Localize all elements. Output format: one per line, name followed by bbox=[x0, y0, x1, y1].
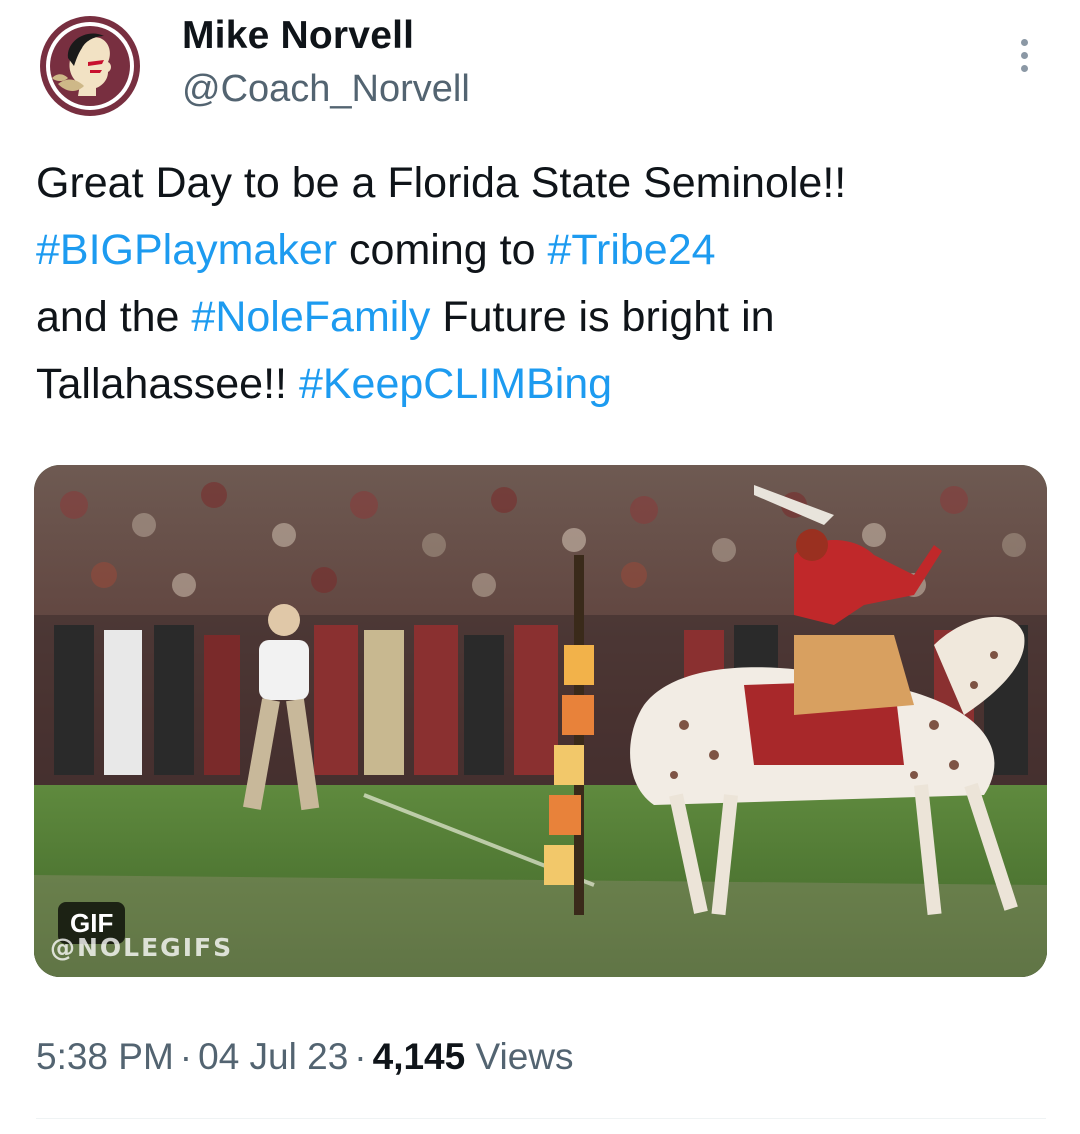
tweet-text-segment: Tallahassee!! bbox=[36, 360, 299, 408]
views-label[interactable]: Views bbox=[476, 1036, 574, 1077]
hashtag-link[interactable]: #NoleFamily bbox=[191, 293, 430, 341]
hashtag-link[interactable]: #BIGPlaymaker bbox=[36, 226, 337, 274]
gif-watermark: @NOLEGIFS bbox=[50, 933, 234, 962]
divider bbox=[36, 1118, 1046, 1119]
views-count[interactable]: 4,145 bbox=[373, 1036, 466, 1077]
tweet-line: and the #NoleFamily Future is bright in bbox=[36, 284, 1046, 351]
stadium-scene-image bbox=[34, 465, 1047, 977]
tweet-line: Tallahassee!! #KeepCLIMBing bbox=[36, 351, 1046, 418]
seminole-logo-icon bbox=[40, 16, 140, 116]
tweet-text-segment: and the bbox=[36, 293, 192, 341]
hashtag-link[interactable]: #KeepCLIMBing bbox=[299, 360, 612, 408]
meta-separator: · bbox=[354, 1036, 367, 1077]
hashtag-link[interactable]: #Tribe24 bbox=[547, 226, 715, 274]
more-options-icon[interactable] bbox=[1004, 30, 1044, 80]
tweet-date[interactable]: 04 Jul 23 bbox=[198, 1036, 348, 1077]
author-handle[interactable]: @Coach_Norvell bbox=[182, 68, 470, 111]
tweet-text: Great Day to be a Florida State Seminole… bbox=[36, 150, 1046, 418]
author-avatar[interactable] bbox=[38, 14, 142, 118]
tweet-time[interactable]: 5:38 PM bbox=[36, 1036, 174, 1077]
tweet-text-segment: coming to bbox=[337, 226, 548, 274]
tweet-media-gif[interactable] bbox=[34, 465, 1047, 977]
tweet-line: Great Day to be a Florida State Seminole… bbox=[36, 150, 1046, 217]
tweet-text-segment: Future is bright in bbox=[430, 293, 775, 341]
tweet-meta: 5:38 PM · 04 Jul 23 · 4,145 Views bbox=[36, 1036, 574, 1078]
tweet-text-segment: Great Day to be a Florida State Seminole… bbox=[36, 159, 847, 207]
tweet-line: #BIGPlaymaker coming to #Tribe24 bbox=[36, 217, 1046, 284]
author-name[interactable]: Mike Norvell bbox=[182, 14, 414, 58]
more-dot bbox=[1020, 38, 1028, 46]
meta-separator: · bbox=[179, 1036, 193, 1077]
more-dot bbox=[1020, 64, 1028, 72]
more-dot bbox=[1020, 51, 1028, 59]
